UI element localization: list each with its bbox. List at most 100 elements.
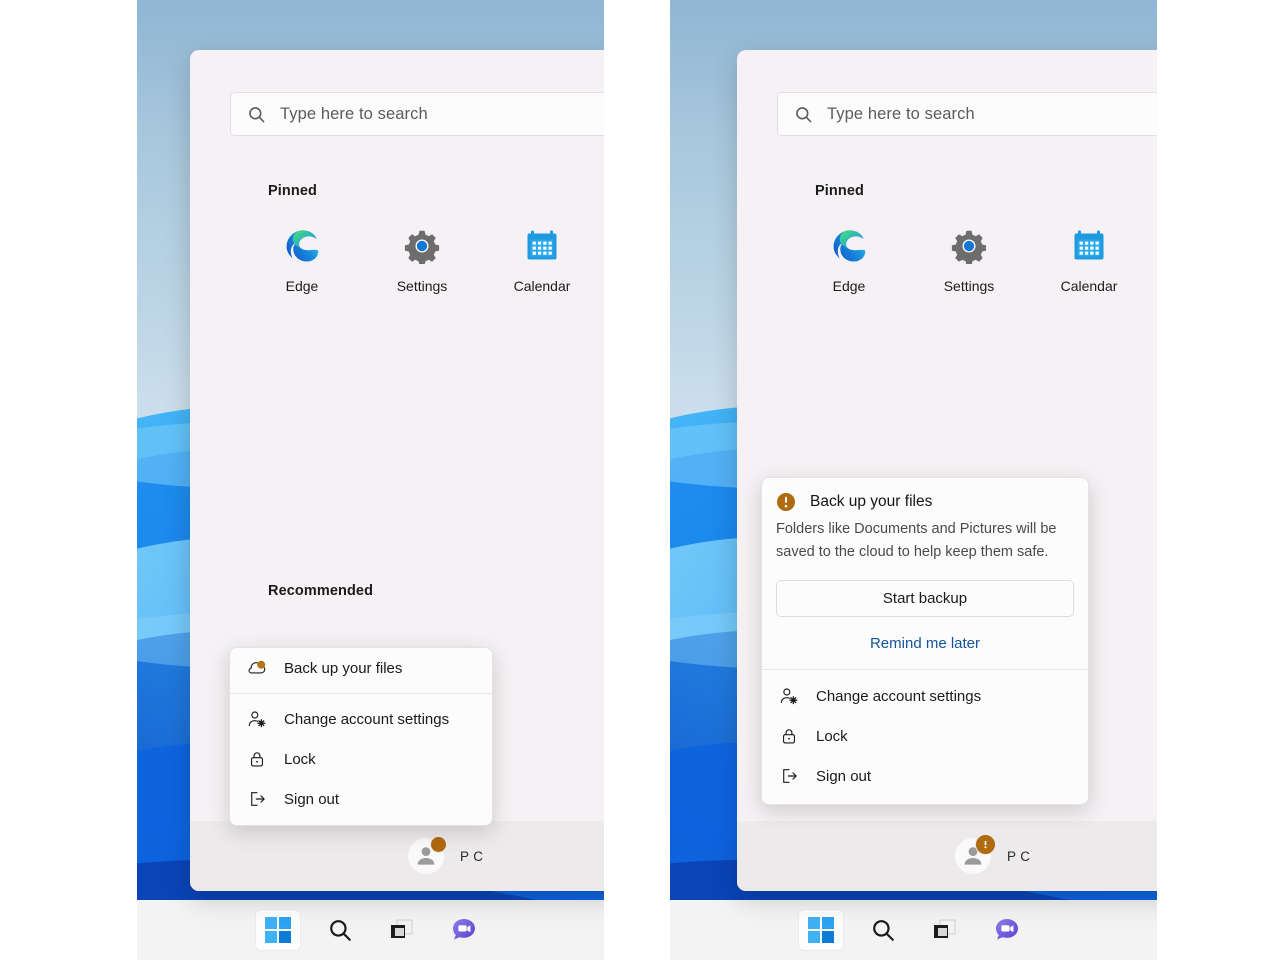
- person-settings-icon: [246, 708, 268, 730]
- backup-header: Back up your files: [762, 478, 1088, 512]
- exclamation-glyph: [984, 840, 987, 849]
- start-menu-right: Type here to search Pinned Edge Settings…: [737, 50, 1157, 891]
- menu-item-change-account-settings[interactable]: Change account settings: [762, 676, 1088, 716]
- backup-description: Folders like Documents and Pictures will…: [776, 521, 1057, 560]
- search-icon: [796, 106, 812, 122]
- dot-badge: [430, 836, 447, 853]
- pinned-apps-grid: Edge Settings Calendar: [789, 228, 1149, 294]
- search-input[interactable]: Type here to search: [777, 92, 1157, 136]
- pinned-app-edge[interactable]: Edge: [242, 228, 362, 294]
- account-flyout-left: Back up your files Change account settin…: [229, 647, 493, 826]
- chat-video-icon: [995, 919, 1018, 940]
- exclamation-circle-icon: [776, 492, 796, 512]
- avatar: [955, 834, 996, 874]
- user-bar-right: P C: [737, 821, 1157, 891]
- search-input[interactable]: Type here to search: [230, 92, 604, 136]
- search-icon: [872, 920, 894, 941]
- menu-item-label: Change account settings: [284, 710, 450, 728]
- right-screenshot-panel: Type here to search Pinned Edge Settings…: [670, 0, 1157, 960]
- avatar: [408, 836, 447, 874]
- recommended-section-title: Recommended: [268, 583, 374, 599]
- menu-item-label: Sign out: [284, 790, 340, 808]
- start-backup-button[interactable]: Start backup: [776, 580, 1074, 617]
- menu-item-label: Back up your files: [284, 659, 403, 677]
- pinned-apps-grid: Edge Settings Calendar: [242, 228, 602, 294]
- search-placeholder: Type here to search: [827, 104, 975, 123]
- pinned-app-settings[interactable]: Settings: [362, 228, 482, 294]
- chat-video-icon: [452, 919, 475, 940]
- user-name: P C: [1007, 848, 1031, 864]
- lock-icon: [246, 748, 268, 770]
- windows-logo-icon: [807, 917, 834, 943]
- start-menu-left: Type here to search Pinned Edge Settings…: [190, 50, 604, 891]
- edge-icon: [833, 230, 866, 262]
- menu-item-label: Lock: [284, 750, 316, 768]
- taskbar-left: [137, 900, 604, 960]
- menu-item-back-up-your-files[interactable]: Back up your files: [230, 648, 492, 688]
- menu-item-label: Change account settings: [816, 687, 982, 705]
- start-button[interactable]: [255, 910, 300, 950]
- chat-button[interactable]: [442, 910, 486, 950]
- remind-me-later-link[interactable]: Remind me later: [762, 630, 1088, 656]
- menu-item-label: Lock: [816, 727, 848, 745]
- pinned-app-label: Calendar: [513, 278, 571, 294]
- left-screenshot-panel: Type here to search Pinned Edge Settings…: [137, 0, 604, 960]
- sign-out-icon: [778, 765, 800, 787]
- task-view-button[interactable]: [923, 910, 967, 950]
- backup-title: Back up your files: [810, 493, 933, 510]
- menu-item-label: Sign out: [816, 767, 872, 785]
- gear-icon: [951, 230, 987, 264]
- pinned-app-label: Edge: [285, 278, 319, 294]
- pinned-section-title: Pinned: [268, 183, 317, 199]
- task-view-icon: [390, 919, 412, 938]
- edge-icon: [286, 230, 319, 262]
- menu-item-sign-out[interactable]: Sign out: [762, 756, 1088, 796]
- pinned-app-calendar[interactable]: Calendar: [482, 228, 602, 294]
- right-margin: [1157, 0, 1280, 960]
- screenshot-stage: Type here to search Pinned Edge Settings…: [0, 0, 1280, 960]
- menu-item-change-account-settings[interactable]: Change account settings: [230, 699, 492, 739]
- user-account-button[interactable]: P C: [408, 836, 484, 874]
- pinned-app-label: Edge: [832, 278, 866, 294]
- search-placeholder: Type here to search: [280, 104, 428, 123]
- panel-gap: [604, 0, 670, 960]
- backup-flyout-menu: Change account settings Lock Sign out: [762, 676, 1088, 804]
- taskbar-right: [670, 900, 1157, 960]
- pinned-app-label: Calendar: [1060, 278, 1118, 294]
- menu-item-lock[interactable]: Lock: [230, 739, 492, 779]
- pinned-section-title: Pinned: [815, 183, 864, 199]
- calendar-icon: [527, 230, 557, 260]
- taskbar-buttons-left: [137, 900, 604, 960]
- pinned-app-settings[interactable]: Settings: [909, 228, 1029, 294]
- lock-icon: [778, 725, 800, 747]
- task-view-icon: [933, 919, 955, 938]
- user-account-button[interactable]: P C: [955, 834, 1031, 874]
- exclamation-badge: [975, 834, 996, 855]
- menu-item-sign-out[interactable]: Sign out: [230, 779, 492, 819]
- windows-logo-icon: [264, 917, 291, 943]
- pinned-app-edge[interactable]: Edge: [789, 228, 909, 294]
- search-button[interactable]: [318, 910, 362, 950]
- flyout-divider: [762, 669, 1088, 670]
- chat-button[interactable]: [985, 910, 1029, 950]
- search-icon: [329, 920, 351, 941]
- cloud-alert-icon: [246, 657, 268, 679]
- person-settings-icon: [778, 685, 800, 707]
- start-button[interactable]: [798, 910, 843, 950]
- search-icon: [249, 106, 265, 122]
- calendar-icon: [1074, 230, 1104, 260]
- left-margin: [0, 0, 137, 960]
- menu-divider: [230, 693, 492, 694]
- pinned-app-label: Settings: [943, 278, 995, 294]
- task-view-button[interactable]: [380, 910, 424, 950]
- search-button[interactable]: [861, 910, 905, 950]
- user-name: P C: [460, 848, 484, 864]
- backup-flyout-right: Back up your files Folders like Document…: [761, 477, 1089, 805]
- user-bar-left: P C: [190, 821, 604, 891]
- gear-icon: [404, 230, 440, 264]
- pinned-app-label: Settings: [396, 278, 448, 294]
- pinned-app-calendar[interactable]: Calendar: [1029, 228, 1149, 294]
- menu-item-lock[interactable]: Lock: [762, 716, 1088, 756]
- sign-out-icon: [246, 788, 268, 810]
- taskbar-buttons-right: [670, 900, 1157, 960]
